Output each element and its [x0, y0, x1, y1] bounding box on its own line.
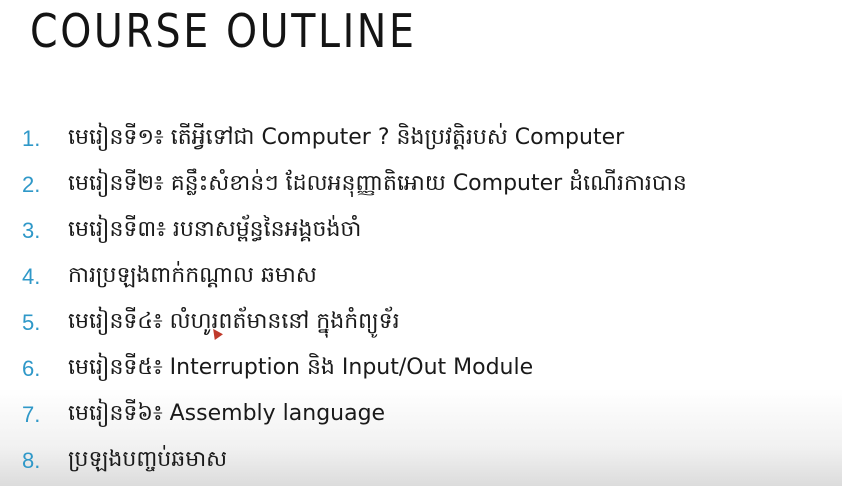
list-item-text: មេរៀនទី៤៖ លំហូរពត័មាននៅ ក្នុងកំព្យូទ័រ: [68, 309, 400, 334]
list-item: 7. មេរៀនទី៦៖ Assembly language: [0, 392, 687, 438]
list-item-text: មេរៀនទី១៖ តើអ្វីទៅជា Computer ? និងប្រវត…: [68, 125, 625, 150]
list-item: 3. មេរៀនទី៣៖ របនាសម្ព័ន្ធនៃអង្គចង់ចាំ: [0, 208, 687, 254]
list-item-text: មេរៀនទី២៖ គន្លឹះសំខាន់ៗ ដែលអនុញ្ញាតិអោយ …: [68, 171, 687, 196]
list-item-number: 5.: [22, 310, 41, 335]
list-item: 6. មេរៀនទី៥៖ Interruption និង Input/Out …: [0, 346, 687, 392]
list-item: 4. ការប្រឡងពាក់កណ្តាល ឆមាស: [0, 254, 687, 300]
course-outline-list: 1. មេរៀនទី១៖ តើអ្វីទៅជា Computer ? និងប្…: [0, 116, 687, 484]
list-item: 2. មេរៀនទី២៖ គន្លឹះសំខាន់ៗ ដែលអនុញ្ញាតិអ…: [0, 162, 687, 208]
list-item-text: មេរៀនទី៥៖ Interruption និង Input/Out Mod…: [68, 355, 534, 380]
list-item-number: 4.: [22, 264, 41, 289]
list-item-number: 8.: [22, 448, 41, 473]
slide: COURSE OUTLINE 1. មេរៀនទី១៖ តើអ្វីទៅជា C…: [0, 0, 842, 486]
list-item: 5. មេរៀនទី៤៖ លំហូរពត័មាននៅ ក្នុងកំព្យូទ័…: [0, 300, 687, 346]
list-item-number: 6.: [22, 356, 41, 381]
list-item: 1. មេរៀនទី១៖ តើអ្វីទៅជា Computer ? និងប្…: [0, 116, 687, 162]
slide-title: COURSE OUTLINE: [30, 4, 417, 58]
list-item-number: 3.: [22, 218, 41, 243]
list-item-number: 7.: [22, 402, 41, 427]
list-item-text: មេរៀនទី៣៖ របនាសម្ព័ន្ធនៃអង្គចង់ចាំ: [68, 217, 362, 242]
list-item: 8. ប្រឡងបញ្ចប់ឆមាស: [0, 438, 687, 484]
list-item-text: ប្រឡងបញ្ចប់ឆមាស: [68, 447, 228, 472]
list-item-number: 1.: [22, 126, 41, 151]
list-item-text: ការប្រឡងពាក់កណ្តាល ឆមាស: [68, 263, 317, 288]
list-item-number: 2.: [22, 172, 41, 197]
list-item-text: មេរៀនទី៦៖ Assembly language: [68, 401, 386, 426]
